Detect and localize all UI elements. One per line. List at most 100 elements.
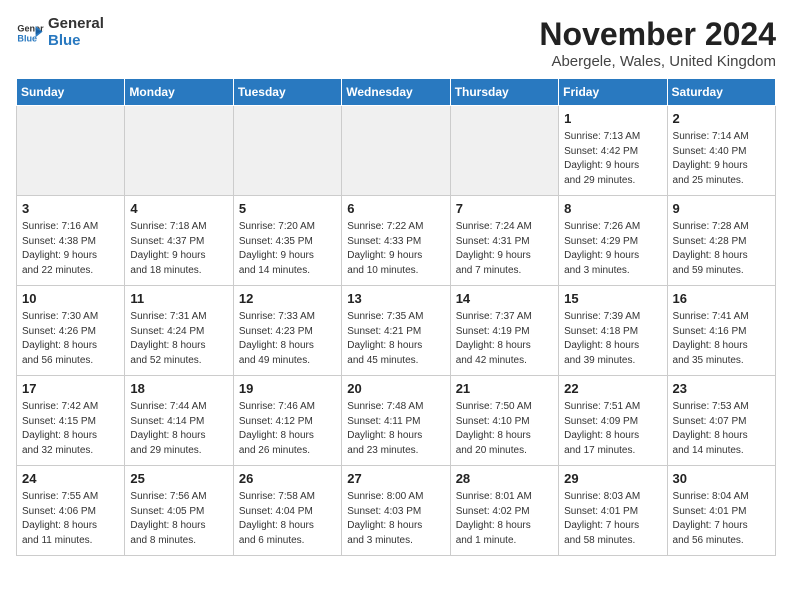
calendar-week-0: 1 Sunrise: 7:13 AM Sunset: 4:42 PM Daylig… (17, 106, 776, 196)
calendar-cell: 20 Sunrise: 7:48 AM Sunset: 4:11 PM Dayli… (342, 376, 450, 466)
calendar-week-2: 10Sunrise: 7:30 AM Sunset: 4:26 PM Dayli… (17, 286, 776, 376)
day-number: 10 (22, 290, 119, 308)
day-number: 18 (130, 380, 227, 398)
day-info: Sunrise: 7:48 AM Sunset: 4:11 PM Dayligh… (347, 400, 444, 458)
weekday-header-friday: Friday (559, 79, 667, 106)
day-number: 8 (564, 200, 661, 218)
calendar-cell: 30 Sunrise: 8:04 AM Sunset: 4:01 PM Dayli… (667, 466, 775, 556)
day-info: Sunrise: 7:20 AM Sunset: 4:35 PM Dayligh… (239, 220, 336, 278)
day-number: 24 (22, 470, 119, 488)
day-number: 6 (347, 200, 444, 218)
header: General Blue General Blue November 2024 … (16, 16, 776, 70)
day-info: Sunrise: 7:14 AM Sunset: 4:40 PM Dayligh… (673, 130, 770, 188)
logo-general: General (48, 16, 104, 33)
logo-blue: Blue (48, 33, 104, 50)
day-info: Sunrise: 7:55 AM Sunset: 4:06 PM Dayligh… (22, 490, 119, 548)
day-number: 11 (130, 290, 227, 308)
day-number: 25 (130, 470, 227, 488)
calendar-cell: 5 Sunrise: 7:20 AM Sunset: 4:35 PM Daylig… (233, 196, 341, 286)
calendar-table: SundayMondayTuesdayWednesdayThursdayFrid… (16, 78, 776, 556)
calendar-title: November 2024 (539, 16, 776, 53)
day-info: Sunrise: 7:42 AM Sunset: 4:15 PM Dayligh… (22, 400, 119, 458)
calendar-cell: 12 Sunrise: 7:33 AM Sunset: 4:23 PM Dayli… (233, 286, 341, 376)
calendar-cell (125, 106, 233, 196)
day-info: Sunrise: 7:53 AM Sunset: 4:07 PM Dayligh… (673, 400, 770, 458)
calendar-cell: 14Sunrise: 7:37 AM Sunset: 4:19 PM Dayli… (450, 286, 558, 376)
svg-text:Blue: Blue (17, 33, 37, 43)
day-number: 1 (564, 110, 661, 128)
day-number: 4 (130, 200, 227, 218)
calendar-cell (342, 106, 450, 196)
day-info: Sunrise: 7:26 AM Sunset: 4:29 PM Dayligh… (564, 220, 661, 278)
calendar-cell: 23 Sunrise: 7:53 AM Sunset: 4:07 PM Dayli… (667, 376, 775, 466)
title-area: November 2024 Abergele, Wales, United Ki… (539, 16, 776, 70)
calendar-cell: 8 Sunrise: 7:26 AM Sunset: 4:29 PM Daylig… (559, 196, 667, 286)
day-info: Sunrise: 7:16 AM Sunset: 4:38 PM Dayligh… (22, 220, 119, 278)
logo-icon: General Blue (16, 19, 44, 47)
day-number: 20 (347, 380, 444, 398)
day-info: Sunrise: 7:46 AM Sunset: 4:12 PM Dayligh… (239, 400, 336, 458)
calendar-cell: 7 Sunrise: 7:24 AM Sunset: 4:31 PM Daylig… (450, 196, 558, 286)
weekday-header-monday: Monday (125, 79, 233, 106)
calendar-week-3: 17Sunrise: 7:42 AM Sunset: 4:15 PM Dayli… (17, 376, 776, 466)
calendar-week-1: 3 Sunrise: 7:16 AM Sunset: 4:38 PM Daylig… (17, 196, 776, 286)
day-info: Sunrise: 7:39 AM Sunset: 4:18 PM Dayligh… (564, 310, 661, 368)
weekday-header-row: SundayMondayTuesdayWednesdayThursdayFrid… (17, 79, 776, 106)
day-number: 3 (22, 200, 119, 218)
day-info: Sunrise: 7:24 AM Sunset: 4:31 PM Dayligh… (456, 220, 553, 278)
weekday-header-wednesday: Wednesday (342, 79, 450, 106)
calendar-subtitle: Abergele, Wales, United Kingdom (539, 53, 776, 70)
calendar-cell: 18Sunrise: 7:44 AM Sunset: 4:14 PM Dayli… (125, 376, 233, 466)
calendar-cell: 16 Sunrise: 7:41 AM Sunset: 4:16 PM Dayli… (667, 286, 775, 376)
calendar-cell: 26 Sunrise: 7:58 AM Sunset: 4:04 PM Dayli… (233, 466, 341, 556)
day-number: 16 (673, 290, 770, 308)
day-info: Sunrise: 7:56 AM Sunset: 4:05 PM Dayligh… (130, 490, 227, 548)
day-info: Sunrise: 7:51 AM Sunset: 4:09 PM Dayligh… (564, 400, 661, 458)
day-info: Sunrise: 8:01 AM Sunset: 4:02 PM Dayligh… (456, 490, 553, 548)
calendar-cell: 2 Sunrise: 7:14 AM Sunset: 4:40 PM Daylig… (667, 106, 775, 196)
weekday-header-sunday: Sunday (17, 79, 125, 106)
day-info: Sunrise: 7:13 AM Sunset: 4:42 PM Dayligh… (564, 130, 661, 188)
calendar-cell (17, 106, 125, 196)
calendar-cell: 3 Sunrise: 7:16 AM Sunset: 4:38 PM Daylig… (17, 196, 125, 286)
day-number: 9 (673, 200, 770, 218)
day-number: 13 (347, 290, 444, 308)
calendar-cell: 19 Sunrise: 7:46 AM Sunset: 4:12 PM Dayli… (233, 376, 341, 466)
day-info: Sunrise: 7:58 AM Sunset: 4:04 PM Dayligh… (239, 490, 336, 548)
calendar-week-4: 24 Sunrise: 7:55 AM Sunset: 4:06 PM Dayli… (17, 466, 776, 556)
day-number: 14 (456, 290, 553, 308)
calendar-cell: 28 Sunrise: 8:01 AM Sunset: 4:02 PM Dayli… (450, 466, 558, 556)
day-number: 7 (456, 200, 553, 218)
day-number: 2 (673, 110, 770, 128)
logo: General Blue General Blue (16, 16, 104, 49)
day-info: Sunrise: 8:04 AM Sunset: 4:01 PM Dayligh… (673, 490, 770, 548)
calendar-cell: 1 Sunrise: 7:13 AM Sunset: 4:42 PM Daylig… (559, 106, 667, 196)
day-number: 21 (456, 380, 553, 398)
calendar-cell: 6 Sunrise: 7:22 AM Sunset: 4:33 PM Daylig… (342, 196, 450, 286)
calendar-cell: 11Sunrise: 7:31 AM Sunset: 4:24 PM Dayli… (125, 286, 233, 376)
day-number: 15 (564, 290, 661, 308)
day-number: 5 (239, 200, 336, 218)
weekday-header-saturday: Saturday (667, 79, 775, 106)
day-info: Sunrise: 7:41 AM Sunset: 4:16 PM Dayligh… (673, 310, 770, 368)
weekday-header-thursday: Thursday (450, 79, 558, 106)
calendar-cell: 10Sunrise: 7:30 AM Sunset: 4:26 PM Dayli… (17, 286, 125, 376)
day-number: 30 (673, 470, 770, 488)
day-number: 28 (456, 470, 553, 488)
weekday-header-tuesday: Tuesday (233, 79, 341, 106)
day-info: Sunrise: 7:35 AM Sunset: 4:21 PM Dayligh… (347, 310, 444, 368)
day-info: Sunrise: 7:22 AM Sunset: 4:33 PM Dayligh… (347, 220, 444, 278)
day-number: 26 (239, 470, 336, 488)
day-number: 12 (239, 290, 336, 308)
calendar-cell: 25 Sunrise: 7:56 AM Sunset: 4:05 PM Dayli… (125, 466, 233, 556)
calendar-cell (450, 106, 558, 196)
calendar-cell: 17Sunrise: 7:42 AM Sunset: 4:15 PM Dayli… (17, 376, 125, 466)
calendar-cell: 4Sunrise: 7:18 AM Sunset: 4:37 PM Daylig… (125, 196, 233, 286)
day-number: 23 (673, 380, 770, 398)
day-number: 29 (564, 470, 661, 488)
calendar-cell: 22Sunrise: 7:51 AM Sunset: 4:09 PM Dayli… (559, 376, 667, 466)
calendar-cell: 13 Sunrise: 7:35 AM Sunset: 4:21 PM Dayli… (342, 286, 450, 376)
day-number: 19 (239, 380, 336, 398)
day-info: Sunrise: 7:33 AM Sunset: 4:23 PM Dayligh… (239, 310, 336, 368)
day-info: Sunrise: 8:03 AM Sunset: 4:01 PM Dayligh… (564, 490, 661, 548)
